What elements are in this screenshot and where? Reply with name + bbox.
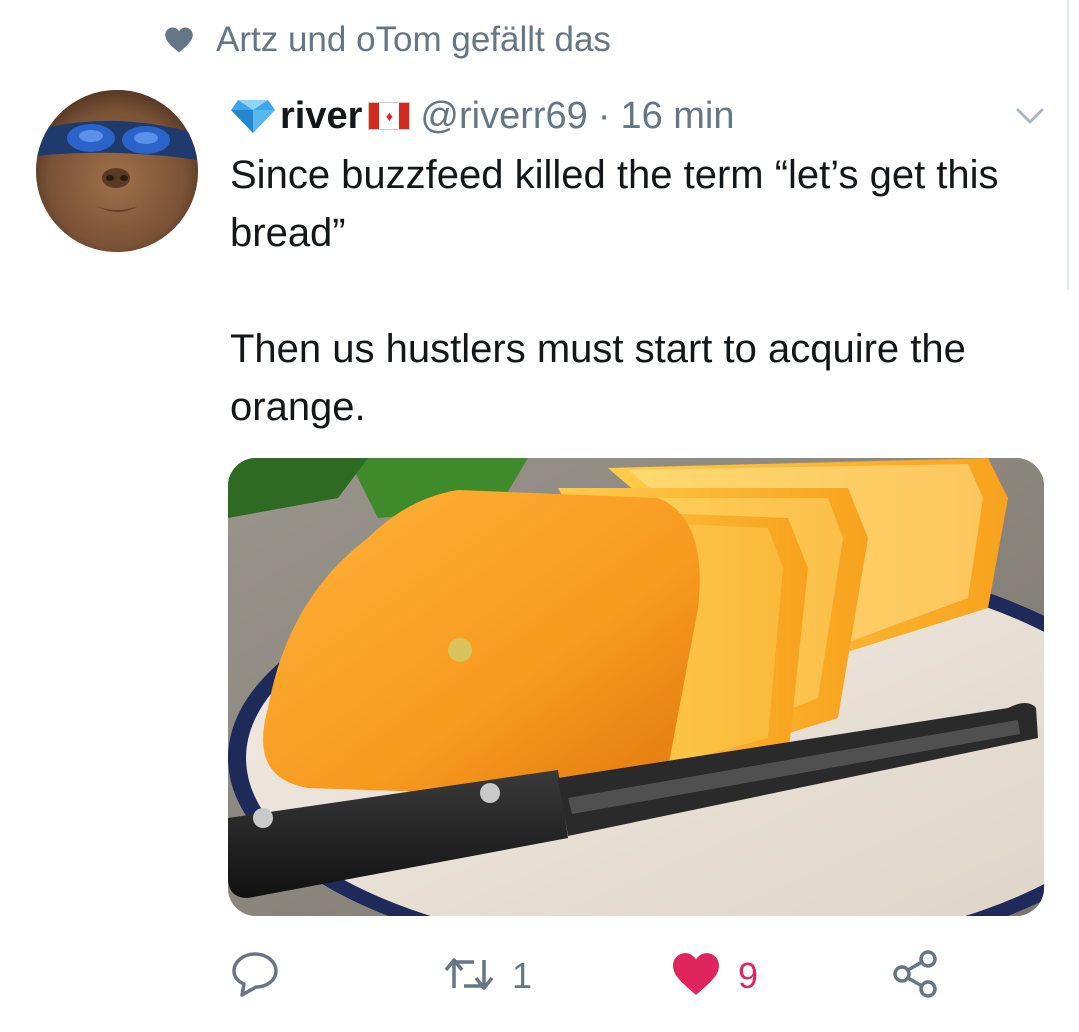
tweet-paragraph: Then us hustlers must start to acquire t… bbox=[230, 327, 966, 429]
tweet-paragraph: Since buzzfeed killed the term “let’s ge… bbox=[230, 153, 999, 255]
heart-filled-icon bbox=[670, 951, 722, 1002]
retweet-count: 1 bbox=[512, 955, 533, 996]
like-button[interactable]: 9 bbox=[670, 946, 758, 1006]
reply-icon bbox=[230, 950, 280, 1003]
scrollbar-rail bbox=[1067, 0, 1079, 290]
like-count: 9 bbox=[738, 955, 759, 996]
social-context: Artz und oTom gefällt das bbox=[164, 18, 611, 62]
tweet-text: Since buzzfeed killed the term “let’s ge… bbox=[230, 146, 1030, 436]
heart-icon bbox=[164, 25, 194, 55]
chevron-down-icon[interactable] bbox=[1010, 100, 1050, 130]
tweet-header: river ♦ @riverr69 · 16 min bbox=[230, 90, 735, 142]
diamond-icon bbox=[230, 98, 276, 134]
canada-flag-icon: ♦ bbox=[368, 102, 411, 130]
timestamp[interactable]: 16 min bbox=[620, 95, 734, 138]
share-icon bbox=[890, 949, 940, 1004]
retweet-button[interactable]: 1 bbox=[442, 946, 532, 1006]
tweet-media-photo[interactable] bbox=[228, 458, 1044, 916]
display-name[interactable]: river bbox=[280, 95, 362, 138]
separator: · bbox=[597, 94, 611, 137]
avatar[interactable] bbox=[36, 90, 198, 252]
social-context-text: Artz und oTom gefällt das bbox=[216, 20, 611, 59]
user-handle[interactable]: @riverr69 bbox=[420, 95, 587, 138]
share-button[interactable] bbox=[890, 946, 940, 1006]
retweet-icon bbox=[442, 952, 496, 1001]
reply-button[interactable] bbox=[230, 946, 296, 1006]
tweet-actions: 1 9 bbox=[230, 946, 1030, 1006]
